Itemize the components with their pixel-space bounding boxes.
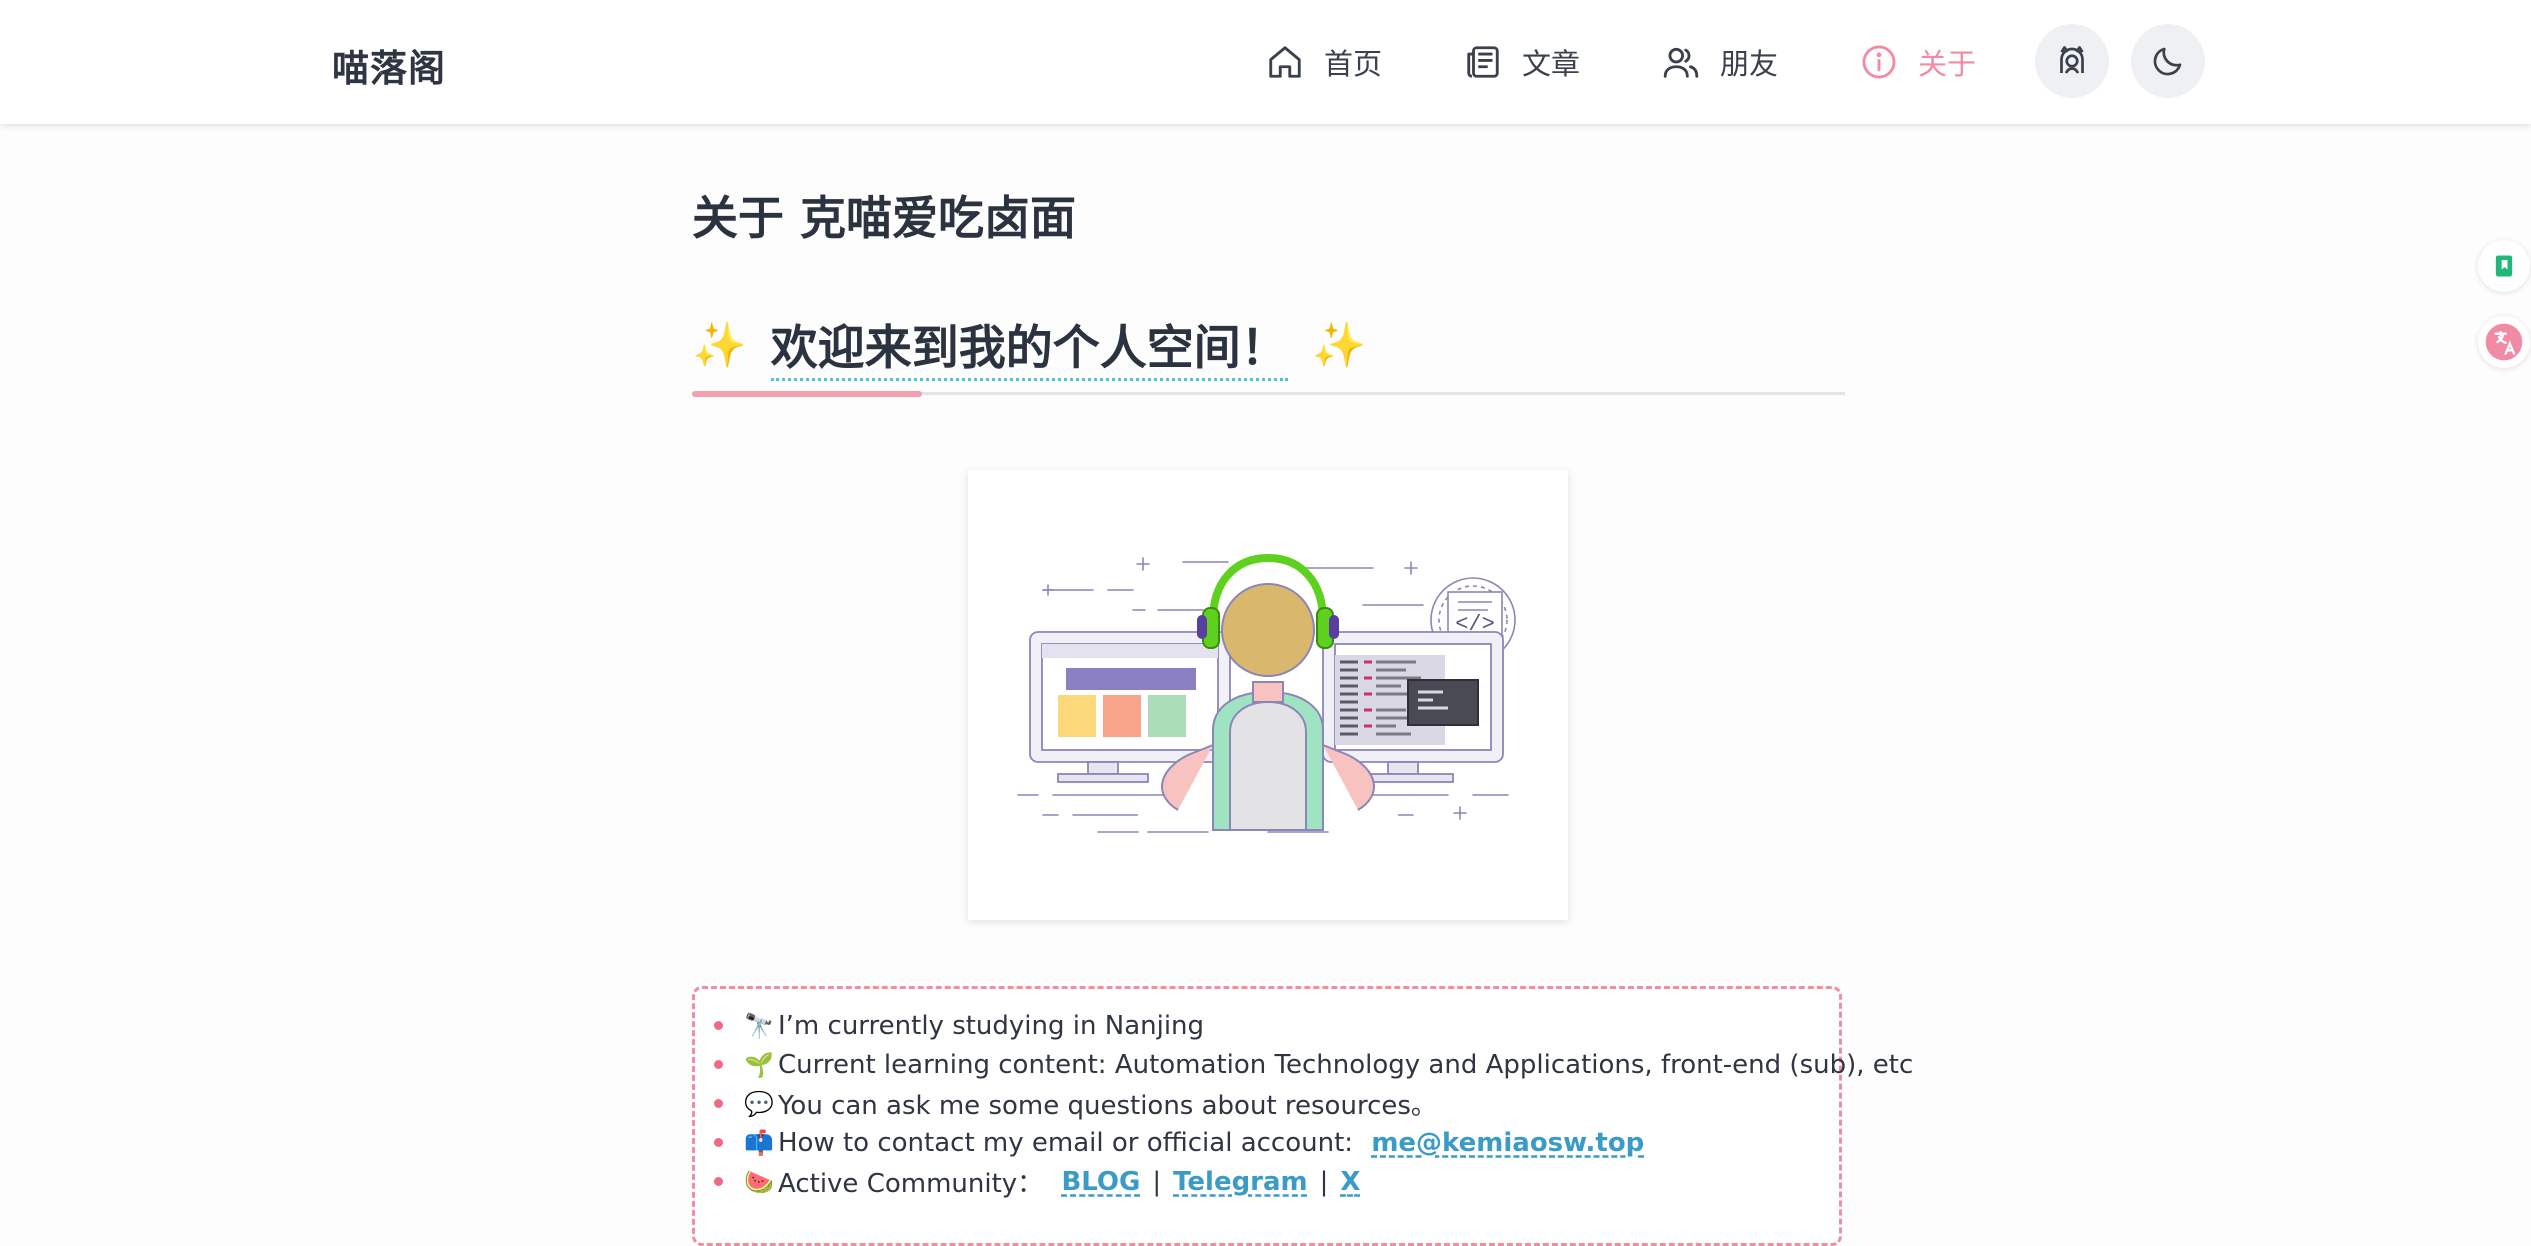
speech-bubble-icon: 💬 [744,1089,774,1118]
list-item: 🔭 I’m currently studying in Nanjing [712,1006,1913,1045]
avatar-icon [2060,46,2084,74]
info-list: 🔭 I’m currently studying in Nanjing 🌱 Cu… [712,1006,1913,1201]
mailbox-icon: 📫 [744,1128,774,1157]
nav-about-label: 关于 [1918,47,1977,81]
bookmark-button[interactable] [2478,240,2530,292]
sparkles-icon: ✨ [692,320,747,371]
translate-icon [2485,323,2523,361]
welcome-heading: ✨ 欢迎来到我的个人空间！ ✨ [692,309,1367,381]
info-text: Active Community： [778,1169,1052,1199]
info-icon [1862,45,1896,79]
avatar-button[interactable] [2035,24,2109,98]
watermelon-icon: 🍉 [744,1167,774,1196]
heading-divider-accent [692,391,922,397]
nav-friends-label: 朋友 [1720,47,1779,81]
developer-illustration: </> [968,470,1568,920]
nav-home[interactable]: 首页 [1266,36,1382,88]
top-navbar: 喵落阁 首页 文章 朋友 关于 [0,0,2531,124]
list-item: 🍉 Active Community： BLOG | Telegram | X [712,1162,1913,1201]
list-item: 💬 You can ask me some questions about re… [712,1084,1913,1123]
nav-home-label: 首页 [1324,47,1383,81]
link-separator: | [1319,1166,1329,1197]
nav-articles-label: 文章 [1522,47,1581,81]
friends-icon [1663,47,1699,78]
site-brand[interactable]: 喵落阁 [332,38,446,92]
moon-icon [2153,47,2182,76]
telescope-icon: 🔭 [744,1011,774,1040]
nav-about[interactable]: 关于 [1860,36,1976,88]
home-icon [1269,46,1301,78]
nav-friends[interactable]: 朋友 [1662,36,1778,88]
blog-link[interactable]: BLOG [1061,1167,1140,1197]
email-link[interactable]: me@kemiaosw.top [1371,1128,1644,1158]
info-text: You can ask me some questions about reso… [778,1091,1437,1121]
sparkles-icon: ✨ [1311,320,1367,371]
translate-button[interactable] [2478,316,2530,368]
info-text: How to contact my email or official acco… [778,1127,1362,1158]
article-icon [1467,46,1499,78]
nav-articles[interactable]: 文章 [1464,36,1580,88]
developer-at-desk-illustration: </> [1017,553,1516,833]
list-item: 🌱 Current learning content: Automation T… [712,1045,1913,1084]
telegram-link[interactable]: Telegram [1173,1167,1308,1197]
info-text: I’m currently studying in Nanjing [778,1010,1205,1041]
x-link[interactable]: X [1340,1167,1360,1197]
bookmark-icon [2495,255,2513,277]
info-text: Current learning content: Automation Tec… [778,1049,1914,1080]
page-title: 关于 克喵爱吃卤面 [692,191,1077,245]
list-item: 📫 How to contact my email or official ac… [712,1123,1913,1162]
theme-toggle-button[interactable] [2131,24,2205,98]
link-separator: | [1152,1166,1162,1197]
seedling-icon: 🌱 [744,1050,774,1079]
welcome-text: 欢迎来到我的个人空间！ [770,309,1288,381]
